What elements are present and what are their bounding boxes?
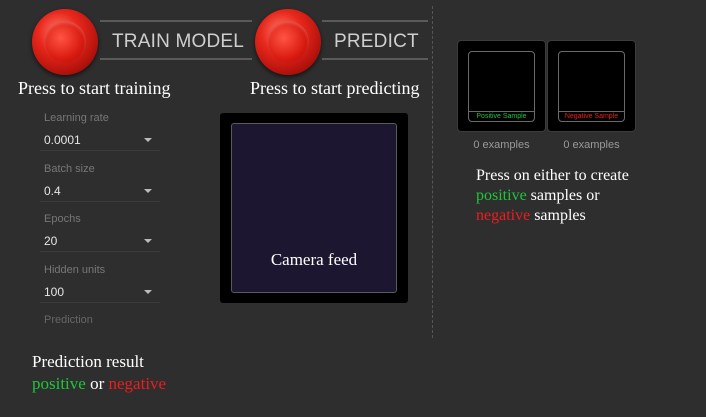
- negative-examples-count: 0 examples: [563, 139, 620, 151]
- hidden-units-select[interactable]: Hidden units 100: [40, 264, 160, 303]
- camera-caption: Camera feed: [270, 250, 358, 269]
- field-underline: [40, 201, 160, 202]
- batch-size-value[interactable]: 0.4: [44, 184, 160, 198]
- instructions-line2: samples or: [530, 187, 600, 204]
- prediction-result-title: Prediction result: [32, 352, 144, 371]
- negative-sample-tag: Negative Sample: [559, 111, 624, 121]
- hidden-units-label: Hidden units: [44, 264, 106, 276]
- field-underline: [40, 302, 160, 303]
- negative-sample-thumbnail: Negative Sample: [558, 51, 625, 122]
- instructions-line1: Press on either to create: [476, 167, 629, 184]
- result-or-word: or: [90, 374, 105, 393]
- batch-size-label: Batch size: [44, 163, 95, 175]
- positive-examples-count: 0 examples: [473, 139, 530, 151]
- train-instruction: Press to start training: [18, 78, 171, 98]
- positive-sample-button[interactable]: Positive Sample: [457, 40, 546, 132]
- learning-rate-select[interactable]: Learning rate 0.0001: [40, 112, 160, 151]
- predict-instruction: Press to start predicting: [250, 78, 420, 98]
- train-model-button[interactable]: [32, 9, 98, 75]
- predict-button[interactable]: [255, 9, 321, 75]
- prediction-field-label: Prediction: [44, 314, 93, 326]
- instructions-line3: samples: [534, 207, 586, 224]
- train-model-label[interactable]: TRAIN MODEL: [100, 20, 252, 60]
- learning-rate-label: Learning rate: [44, 112, 109, 124]
- chevron-down-icon[interactable]: [144, 138, 152, 142]
- instructions-negative-word: negative: [476, 207, 531, 224]
- result-positive-word: positive: [32, 374, 86, 393]
- chevron-down-icon[interactable]: [144, 239, 152, 243]
- camera-feed: Camera feed: [231, 123, 397, 293]
- predict-label[interactable]: PREDICT: [322, 20, 428, 60]
- instructions-positive-word: positive: [476, 187, 527, 204]
- chevron-down-icon[interactable]: [144, 290, 152, 294]
- positive-sample-thumbnail: Positive Sample: [468, 51, 535, 122]
- hidden-units-value[interactable]: 100: [44, 285, 160, 299]
- sample-instructions: Press on either to create positive sampl…: [476, 166, 686, 226]
- field-underline: [40, 150, 160, 151]
- epochs-value[interactable]: 20: [44, 234, 160, 248]
- batch-size-select[interactable]: Batch size 0.4: [40, 163, 160, 202]
- prediction-result: Prediction result positive or negative: [32, 351, 166, 395]
- epochs-select[interactable]: Epochs 20: [40, 213, 160, 252]
- field-underline: [40, 251, 160, 252]
- negative-sample-button[interactable]: Negative Sample: [547, 40, 636, 132]
- camera-frame: Camera feed: [220, 113, 408, 303]
- learning-rate-value[interactable]: 0.0001: [44, 133, 160, 147]
- chevron-down-icon[interactable]: [144, 189, 152, 193]
- epochs-label: Epochs: [44, 213, 81, 225]
- result-negative-word: negative: [108, 374, 167, 393]
- positive-sample-tag: Positive Sample: [469, 111, 534, 121]
- section-divider: [432, 6, 433, 338]
